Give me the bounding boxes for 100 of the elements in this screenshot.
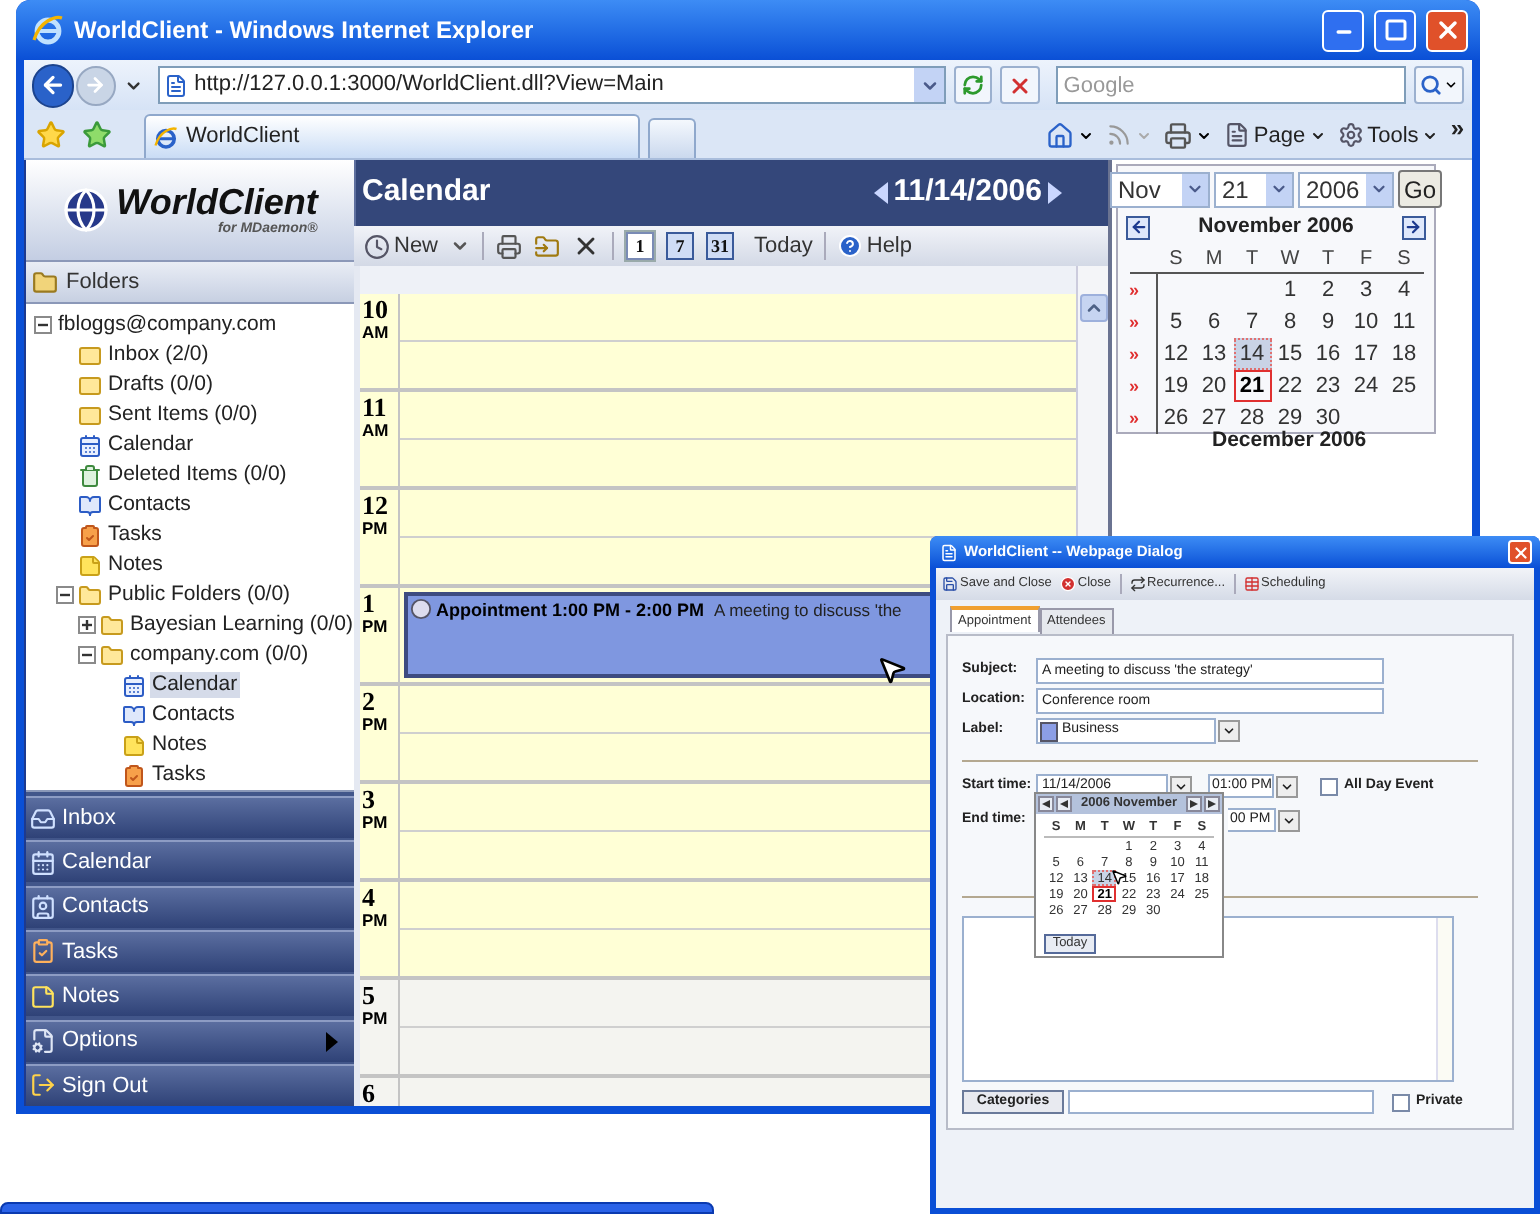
- calendar-day[interactable]: 28: [1233, 401, 1271, 434]
- last-button[interactable]: [1204, 796, 1220, 812]
- new-button[interactable]: New: [364, 229, 439, 263]
- view-tab[interactable]: 31: [706, 232, 735, 260]
- navigation-button[interactable]: Calendar: [26, 840, 354, 883]
- collapse-icon[interactable]: [34, 316, 52, 334]
- collapse-icon[interactable]: [78, 646, 96, 664]
- calendar-day[interactable]: 26: [1157, 401, 1195, 434]
- next-arrow-icon[interactable]: [1048, 182, 1062, 204]
- navigation-button[interactable]: Inbox: [26, 796, 354, 838]
- calendar-day[interactable]: 9: [1309, 305, 1347, 338]
- calendar-day[interactable]: 23: [1309, 369, 1347, 402]
- checkbox[interactable]: [1320, 777, 1338, 795]
- folder-item[interactable]: fbloggs@company.com: [56, 312, 279, 338]
- dropdown-select[interactable]: 21: [1214, 171, 1294, 207]
- calendar-day[interactable]: 22: [1271, 369, 1309, 402]
- dropdown-button[interactable]: [1218, 720, 1240, 742]
- calendar-day[interactable]: 24: [1347, 369, 1385, 402]
- next-button[interactable]: [1186, 796, 1202, 812]
- folder-item[interactable]: Calendar: [150, 672, 240, 698]
- calendar-day[interactable]: 19: [1157, 369, 1195, 402]
- folder-item[interactable]: Notes: [106, 552, 165, 578]
- address-field[interactable]: http://127.0.0.1:3000/WorldClient.dll?View=Main: [158, 66, 947, 104]
- search-field[interactable]: Google: [1055, 66, 1406, 104]
- view-tab[interactable]: 7: [666, 232, 695, 260]
- menu-label[interactable]: Page: [1253, 119, 1306, 152]
- navigation-button[interactable]: Options: [26, 1019, 354, 1062]
- previous-month-button[interactable]: [1126, 215, 1150, 240]
- dropdown-button[interactable]: [1276, 775, 1298, 797]
- navigation-button[interactable]: Sign Out: [26, 1063, 354, 1106]
- calendar-day[interactable]: 3: [1347, 273, 1385, 306]
- toolbar-menu-button[interactable]: Page: [1223, 119, 1326, 152]
- calendar-day[interactable]: 13: [1195, 337, 1233, 370]
- folder-item[interactable]: Tasks: [106, 522, 164, 548]
- close-button[interactable]: [1508, 540, 1532, 564]
- close-button[interactable]: [1426, 9, 1468, 51]
- add-favorite-icon[interactable]: [82, 120, 112, 150]
- calendar-day[interactable]: 12: [1157, 337, 1195, 370]
- navigation-button[interactable]: Contacts: [26, 885, 354, 928]
- calendar-day[interactable]: 27: [1195, 401, 1233, 434]
- maximize-button[interactable]: [1374, 9, 1416, 51]
- toolbar-menu-button[interactable]: Tools: [1337, 119, 1439, 152]
- search-button[interactable]: [1413, 66, 1465, 104]
- calendar-day[interactable]: 21: [1233, 369, 1271, 402]
- calendar-day[interactable]: 1: [1271, 273, 1309, 306]
- previous-arrow-icon[interactable]: [873, 182, 888, 204]
- folder-item[interactable]: Calendar: [106, 432, 196, 458]
- calendar-day[interactable]: 30: [1309, 401, 1347, 434]
- calendar-day[interactable]: 2: [1309, 273, 1347, 306]
- caret-icon[interactable]: [450, 236, 471, 256]
- folder-item[interactable]: Contacts: [106, 492, 193, 518]
- folder-item[interactable]: company.com (0/0): [128, 642, 311, 668]
- first-button[interactable]: [1038, 796, 1054, 812]
- folder-item[interactable]: Deleted Items (0/0): [106, 462, 289, 488]
- print-button[interactable]: [1163, 121, 1212, 150]
- printer-icon[interactable]: [496, 233, 523, 259]
- navigation-button[interactable]: Notes: [26, 974, 354, 1017]
- calendar-day[interactable]: 11: [1385, 305, 1423, 338]
- menu-label[interactable]: Tools: [1367, 119, 1419, 152]
- folder-item[interactable]: Inbox (2/0): [106, 342, 211, 368]
- calendar-day[interactable]: 25: [1385, 369, 1423, 402]
- favorites-star-icon[interactable]: [36, 120, 66, 150]
- help-button[interactable]: Help: [838, 229, 912, 263]
- calendar-day[interactable]: 17: [1347, 337, 1385, 370]
- stop-button[interactable]: [1000, 66, 1040, 104]
- scroll-up-button[interactable]: [1079, 294, 1107, 322]
- calendar-day[interactable]: 18: [1385, 337, 1423, 370]
- more-button[interactable]: »: [1450, 109, 1464, 146]
- folder-item[interactable]: Contacts: [150, 702, 237, 728]
- dropdown-button[interactable]: [1278, 809, 1300, 831]
- calendar-day[interactable]: 10: [1347, 305, 1385, 338]
- navigation-button[interactable]: Tasks: [26, 929, 354, 972]
- calendar-day[interactable]: 16: [1309, 337, 1347, 370]
- dropdown-select[interactable]: 2006: [1298, 171, 1394, 207]
- folder-item[interactable]: Tasks: [150, 762, 208, 788]
- categories-field[interactable]: [1068, 1090, 1374, 1114]
- folder-item[interactable]: Notes: [150, 732, 209, 758]
- expand-icon[interactable]: [78, 616, 96, 634]
- back-button[interactable]: [32, 63, 75, 107]
- calendar-day[interactable]: 6: [1195, 305, 1233, 338]
- folder-item[interactable]: Public Folders (0/0): [106, 582, 293, 608]
- dropdown-select[interactable]: Nov: [1110, 171, 1210, 207]
- calendar-day[interactable]: 7: [1233, 305, 1271, 338]
- folder-item[interactable]: Drafts (0/0): [106, 372, 216, 398]
- next-month-button[interactable]: [1401, 215, 1426, 240]
- calendar-day[interactable]: 4: [1385, 273, 1423, 306]
- go-button[interactable]: Go: [1398, 170, 1443, 208]
- folder-item[interactable]: Bayesian Learning (0/0): [128, 612, 354, 638]
- calendar-day[interactable]: 20: [1195, 369, 1233, 402]
- minimize-button[interactable]: [1322, 9, 1364, 51]
- today-button[interactable]: Today: [754, 229, 813, 263]
- move-folder-icon[interactable]: [534, 233, 561, 259]
- calendar-day[interactable]: 14: [1233, 337, 1271, 370]
- browser-tab[interactable]: WorldClient: [144, 114, 640, 158]
- dropdown-button[interactable]: [914, 68, 945, 102]
- previous-button[interactable]: [1056, 796, 1072, 812]
- calendar-day[interactable]: 8: [1271, 305, 1309, 338]
- refresh-button[interactable]: [954, 66, 993, 104]
- view-tab[interactable]: 1: [626, 232, 655, 260]
- calendar-day[interactable]: 5: [1157, 305, 1195, 338]
